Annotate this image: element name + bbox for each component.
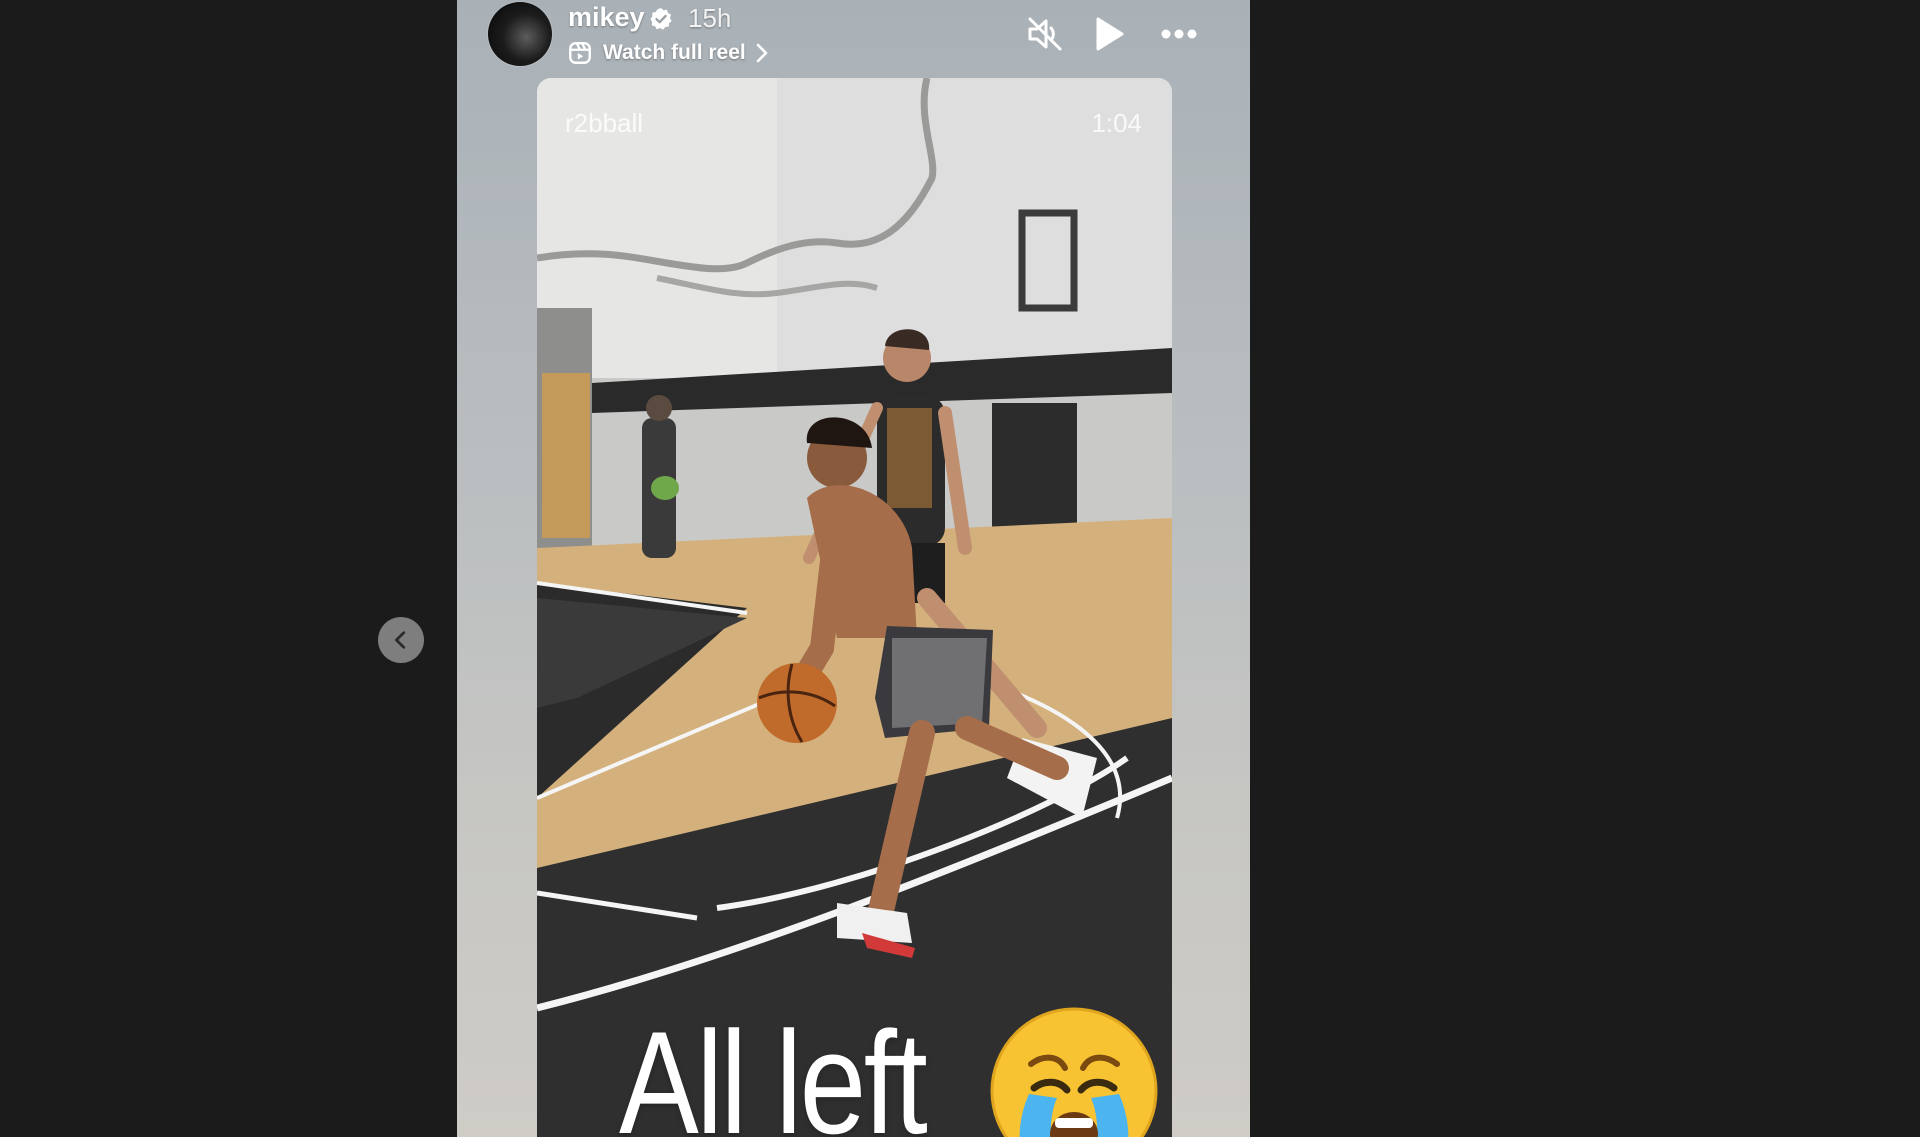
play-icon — [1096, 17, 1124, 51]
video-duration: 1:04 — [1091, 108, 1142, 138]
video-watermark: r2bball — [565, 108, 644, 138]
play-button[interactable] — [1088, 13, 1130, 55]
verified-badge-icon — [650, 8, 672, 30]
username[interactable]: mikey — [568, 2, 645, 33]
speaker-muted-icon — [1028, 17, 1062, 51]
more-options-button[interactable] — [1158, 13, 1200, 55]
story-viewer: mikey 15h Watch full reel r2bball 1:04 A… — [0, 0, 1920, 1137]
post-time: 15h — [688, 3, 732, 33]
story-caption: All left — [619, 1001, 928, 1137]
previous-story-button[interactable] — [378, 617, 424, 663]
more-dots-icon — [1161, 29, 1197, 39]
watch-full-reel-link[interactable]: Watch full reel — [567, 37, 769, 69]
chevron-right-icon — [756, 43, 768, 63]
watch-full-reel-label: Watch full reel — [603, 41, 746, 64]
mute-button[interactable] — [1024, 13, 1066, 55]
avatar[interactable] — [488, 2, 552, 66]
chevron-left-icon — [395, 631, 406, 649]
reels-icon — [569, 42, 591, 64]
crying-face-emoji — [990, 1007, 1158, 1137]
story-video[interactable]: r2bball 1:04 All left — [537, 78, 1172, 1137]
basketball-scene — [537, 78, 1172, 1137]
